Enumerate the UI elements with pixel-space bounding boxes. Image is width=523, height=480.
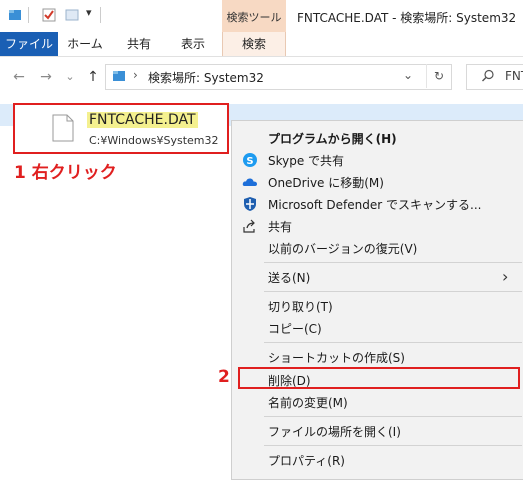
- window-title: FNTCACHE.DAT - 検索場所: System32: [297, 11, 517, 25]
- recent-locations-chevron-icon[interactable]: ⌄: [60, 67, 80, 87]
- menu-item-open-with[interactable]: プログラムから開く(H): [232, 127, 523, 149]
- address-text: 検索場所: System32: [148, 71, 264, 85]
- submenu-chevron-icon: ›: [502, 267, 509, 286]
- customize-quick-access-icon[interactable]: ▾: [86, 6, 92, 19]
- toolbar-divider: [28, 7, 29, 23]
- share-icon: [242, 218, 258, 234]
- menu-item-label: ショートカットの作成(S): [268, 351, 405, 365]
- up-arrow-icon[interactable]: ↑: [83, 67, 103, 87]
- menu-item-label: ファイルの場所を開く(I): [268, 425, 401, 439]
- menu-separator: [264, 342, 522, 343]
- search-input[interactable]: FNT: [505, 69, 523, 83]
- menu-item-restore-previous[interactable]: 以前のバージョンの復元(V): [232, 237, 523, 259]
- tab-home[interactable]: ホーム: [60, 32, 110, 56]
- svg-text:S: S: [246, 156, 253, 167]
- menu-item-share-skype[interactable]: S Skype で共有: [232, 149, 523, 171]
- menu-item-label: プロパティ(R): [268, 454, 345, 468]
- context-header-label: 検索ツール: [226, 11, 282, 24]
- menu-item-create-shortcut[interactable]: ショートカットの作成(S): [232, 346, 523, 368]
- ribbon-tabs: ファイル ホーム 共有 表示 検索: [0, 32, 523, 57]
- menu-item-defender-scan[interactable]: Microsoft Defender でスキャンする...: [232, 193, 523, 215]
- step-1-annotation: 1 右クリック: [14, 163, 117, 183]
- skype-icon: S: [242, 152, 258, 168]
- scrollbar-edge[interactable]: [516, 104, 523, 120]
- address-bar[interactable]: › 検索場所: System32 ⌄: [105, 64, 452, 90]
- properties-check-icon[interactable]: [42, 8, 56, 22]
- menu-separator: [264, 416, 522, 417]
- defender-shield-icon: [242, 196, 258, 212]
- document-file-icon: [52, 114, 74, 145]
- context-menu: プログラムから開く(H) S Skype で共有 OneDrive に移動(M)…: [231, 120, 523, 480]
- menu-item-cut[interactable]: 切り取り(T): [232, 295, 523, 317]
- file-name: FNTCACHE.DAT: [87, 112, 198, 128]
- toolbar-divider: [100, 7, 101, 23]
- menu-item-label: 切り取り(T): [268, 300, 333, 314]
- back-arrow-icon[interactable]: ←: [9, 67, 29, 87]
- menu-separator: [264, 291, 522, 292]
- folder-icon[interactable]: [8, 8, 22, 22]
- menu-separator: [264, 262, 522, 263]
- menu-item-label: Skype で共有: [268, 154, 345, 168]
- menu-item-label: OneDrive に移動(M): [268, 176, 384, 190]
- address-dropdown-chevron-icon[interactable]: ⌄: [403, 68, 413, 82]
- menu-item-copy[interactable]: コピー(C): [232, 317, 523, 339]
- new-folder-icon[interactable]: [65, 8, 79, 22]
- search-result-file-item[interactable]: FNTCACHE.DAT C:¥Windows¥System32: [13, 103, 229, 154]
- search-icon: [481, 69, 495, 86]
- forward-arrow-icon[interactable]: →: [36, 67, 56, 87]
- menu-item-rename[interactable]: 名前の変更(M): [232, 391, 523, 413]
- menu-item-label: Microsoft Defender でスキャンする...: [268, 198, 482, 212]
- step-2-annotation: 2: [218, 367, 230, 387]
- refresh-icon[interactable]: ↻: [426, 64, 451, 88]
- menu-item-label: 送る(N): [268, 271, 311, 285]
- menu-item-share[interactable]: 共有: [232, 215, 523, 237]
- tab-file[interactable]: ファイル: [0, 32, 58, 56]
- menu-item-open-file-location[interactable]: ファイルの場所を開く(I): [232, 420, 523, 442]
- menu-item-label: コピー(C): [268, 322, 322, 336]
- menu-item-send-to[interactable]: 送る(N) ›: [232, 266, 523, 288]
- menu-item-label: 名前の変更(M): [268, 396, 348, 410]
- search-box[interactable]: FNT: [466, 64, 523, 90]
- menu-separator: [264, 445, 522, 446]
- delete-highlight-box: [238, 367, 520, 389]
- file-path: C:¥Windows¥System32: [89, 134, 219, 147]
- search-location-icon: [112, 69, 126, 86]
- onedrive-icon: [242, 174, 258, 190]
- menu-item-label: プログラムから開く(H): [268, 132, 397, 146]
- navigation-bar: ← → ⌄ ↑ › 検索場所: System32 ⌄ ↻ FNT: [0, 57, 523, 97]
- tab-search[interactable]: 検索: [222, 32, 286, 56]
- tab-share[interactable]: 共有: [114, 32, 164, 56]
- menu-item-move-onedrive[interactable]: OneDrive に移動(M): [232, 171, 523, 193]
- search-tools-context-header: 検索ツール: [222, 0, 286, 32]
- menu-item-properties[interactable]: プロパティ(R): [232, 449, 523, 471]
- title-bar: ▾ 検索ツール FNTCACHE.DAT - 検索場所: System32: [0, 0, 523, 32]
- breadcrumb-chevron-icon[interactable]: ›: [133, 68, 138, 82]
- menu-item-label: 共有: [268, 220, 293, 234]
- menu-item-label: 以前のバージョンの復元(V): [268, 242, 418, 256]
- tab-view[interactable]: 表示: [168, 32, 218, 56]
